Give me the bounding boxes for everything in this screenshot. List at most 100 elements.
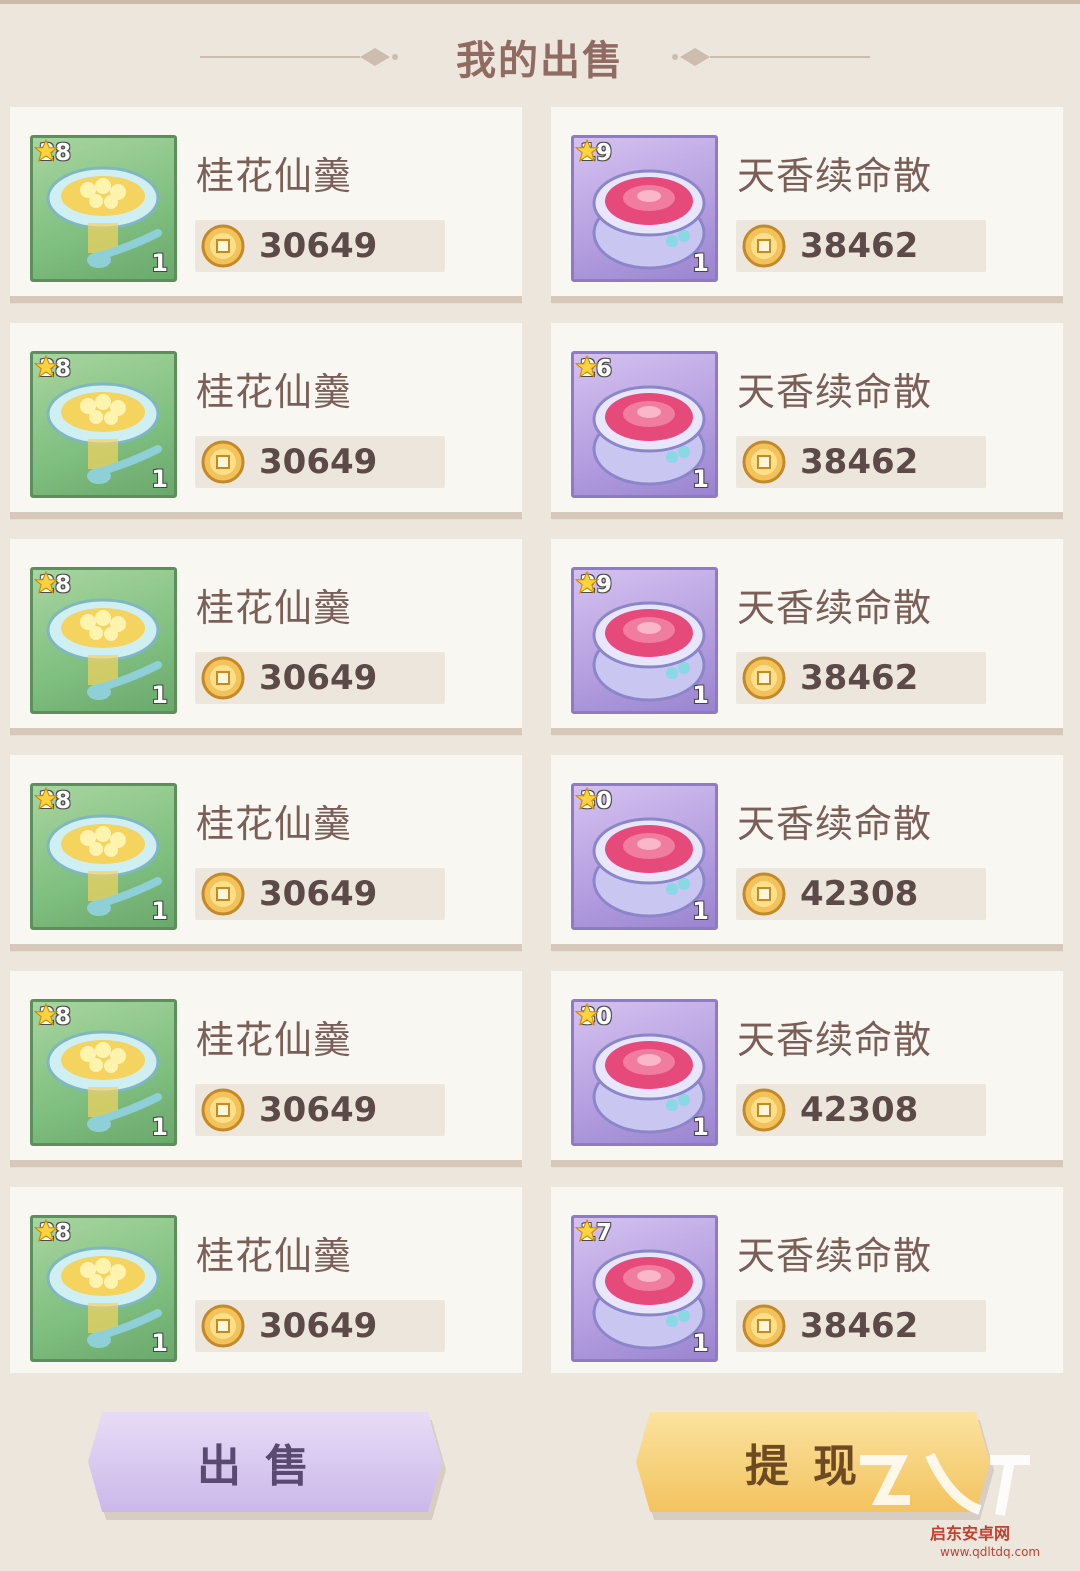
sale-item-card[interactable]: 30 1 天香续命散 42308 — [551, 755, 1063, 951]
star-icon — [574, 1218, 600, 1243]
item-quantity: 1 — [151, 897, 168, 925]
star-icon — [33, 1218, 59, 1243]
sale-item-card[interactable]: 17 1 天香续命散 38462 — [551, 1187, 1063, 1373]
item-quantity: 1 — [151, 1329, 168, 1357]
sale-item-card[interactable]: 26 1 天香续命散 38462 — [551, 323, 1063, 519]
item-icon-frame: 30 1 — [571, 999, 718, 1146]
item-name: 天香续命散 — [737, 586, 933, 630]
item-icon-frame: 28 1 — [30, 135, 177, 282]
item-quantity: 1 — [692, 1113, 709, 1141]
item-price: 30649 — [259, 1306, 378, 1346]
price-bar: 30649 — [195, 1300, 445, 1352]
sale-item-card[interactable]: 19 1 天香续命散 38462 — [551, 107, 1063, 303]
item-name: 桂花仙羹 — [196, 586, 353, 630]
item-price: 38462 — [800, 1306, 919, 1346]
item-quantity: 1 — [692, 465, 709, 493]
coin-icon — [201, 872, 245, 916]
price-bar: 30649 — [195, 868, 445, 920]
sale-items-grid: 28 1 桂花仙羹 30649 19 1 天香续命散 38462 28 1 桂花… — [10, 107, 1065, 1373]
item-quantity: 1 — [692, 897, 709, 925]
item-icon-frame: 30 1 — [571, 783, 718, 930]
item-price: 42308 — [800, 1090, 919, 1130]
sale-item-card[interactable]: 28 1 桂花仙羹 30649 — [10, 107, 522, 303]
price-bar: 38462 — [736, 652, 986, 704]
item-name: 天香续命散 — [737, 370, 933, 414]
coin-icon — [742, 440, 786, 484]
price-bar: 30649 — [195, 652, 445, 704]
item-price: 30649 — [259, 226, 378, 266]
coin-icon — [201, 656, 245, 700]
item-name: 天香续命散 — [737, 1234, 933, 1278]
item-icon-frame: 19 1 — [571, 135, 718, 282]
sale-item-card[interactable]: 28 1 桂花仙羹 30649 — [10, 539, 522, 735]
price-bar: 42308 — [736, 1084, 986, 1136]
item-icon-frame: 28 1 — [30, 1215, 177, 1362]
item-quantity: 1 — [692, 681, 709, 709]
item-icon-frame: 28 1 — [30, 783, 177, 930]
price-bar: 30649 — [195, 220, 445, 272]
star-icon — [574, 354, 600, 379]
price-bar: 38462 — [736, 1300, 986, 1352]
item-price: 30649 — [259, 874, 378, 914]
coin-icon — [201, 1088, 245, 1132]
item-price: 38462 — [800, 226, 919, 266]
star-icon — [33, 1002, 59, 1027]
item-icon-frame: 28 1 — [30, 351, 177, 498]
top-border — [0, 0, 1080, 4]
title-ornament-right-icon — [672, 48, 870, 66]
coin-icon — [742, 656, 786, 700]
star-icon — [574, 138, 600, 163]
star-icon — [33, 138, 59, 163]
star-icon — [33, 786, 59, 811]
item-name: 天香续命散 — [737, 1018, 933, 1062]
coin-icon — [742, 1304, 786, 1348]
item-price: 30649 — [259, 658, 378, 698]
star-icon — [33, 354, 59, 379]
sell-button-label: 出售 — [197, 1441, 333, 1492]
watermark-url: www.qdltdq.com — [940, 1545, 1041, 1559]
sale-item-card[interactable]: 28 1 桂花仙羹 30649 — [10, 971, 522, 1167]
item-price: 42308 — [800, 874, 919, 914]
star-icon — [574, 570, 600, 595]
price-bar: 38462 — [736, 436, 986, 488]
star-icon — [574, 1002, 600, 1027]
item-quantity: 1 — [692, 249, 709, 277]
sale-item-card[interactable]: 30 1 天香续命散 42308 — [551, 971, 1063, 1167]
item-price: 38462 — [800, 442, 919, 482]
price-bar: 30649 — [195, 1084, 445, 1136]
item-icon-frame: 29 1 — [571, 567, 718, 714]
item-name: 桂花仙羹 — [196, 1234, 353, 1278]
item-price: 30649 — [259, 442, 378, 482]
item-icon-frame: 26 1 — [571, 351, 718, 498]
item-quantity: 1 — [151, 1113, 168, 1141]
price-bar: 42308 — [736, 868, 986, 920]
item-quantity: 1 — [151, 249, 168, 277]
sale-item-card[interactable]: 28 1 桂花仙羹 30649 — [10, 1187, 522, 1373]
item-quantity: 1 — [151, 681, 168, 709]
coin-icon — [201, 224, 245, 268]
item-quantity: 1 — [151, 465, 168, 493]
item-price: 38462 — [800, 658, 919, 698]
item-quantity: 1 — [692, 1329, 709, 1357]
item-name: 桂花仙羹 — [196, 1018, 353, 1062]
sale-item-card[interactable]: 28 1 桂花仙羹 30649 — [10, 755, 522, 951]
coin-icon — [742, 224, 786, 268]
item-name: 桂花仙羹 — [196, 370, 353, 414]
item-name: 天香续命散 — [737, 802, 933, 846]
item-name: 桂花仙羹 — [196, 154, 353, 198]
item-name: 天香续命散 — [737, 154, 933, 198]
price-bar: 30649 — [195, 436, 445, 488]
coin-icon — [742, 1088, 786, 1132]
item-price: 30649 — [259, 1090, 378, 1130]
coin-icon — [742, 872, 786, 916]
star-icon — [33, 570, 59, 595]
item-icon-frame: 17 1 — [571, 1215, 718, 1362]
watermark-logo-icon — [860, 1452, 1030, 1516]
item-icon-frame: 28 1 — [30, 567, 177, 714]
watermark-text: 启东安卓网 — [930, 1524, 1011, 1543]
sale-item-card[interactable]: 28 1 桂花仙羹 30649 — [10, 323, 522, 519]
sell-button[interactable]: 出售 — [88, 1412, 442, 1512]
page-title: 我的出售 — [456, 38, 624, 84]
coin-icon — [201, 1304, 245, 1348]
sale-item-card[interactable]: 29 1 天香续命散 38462 — [551, 539, 1063, 735]
